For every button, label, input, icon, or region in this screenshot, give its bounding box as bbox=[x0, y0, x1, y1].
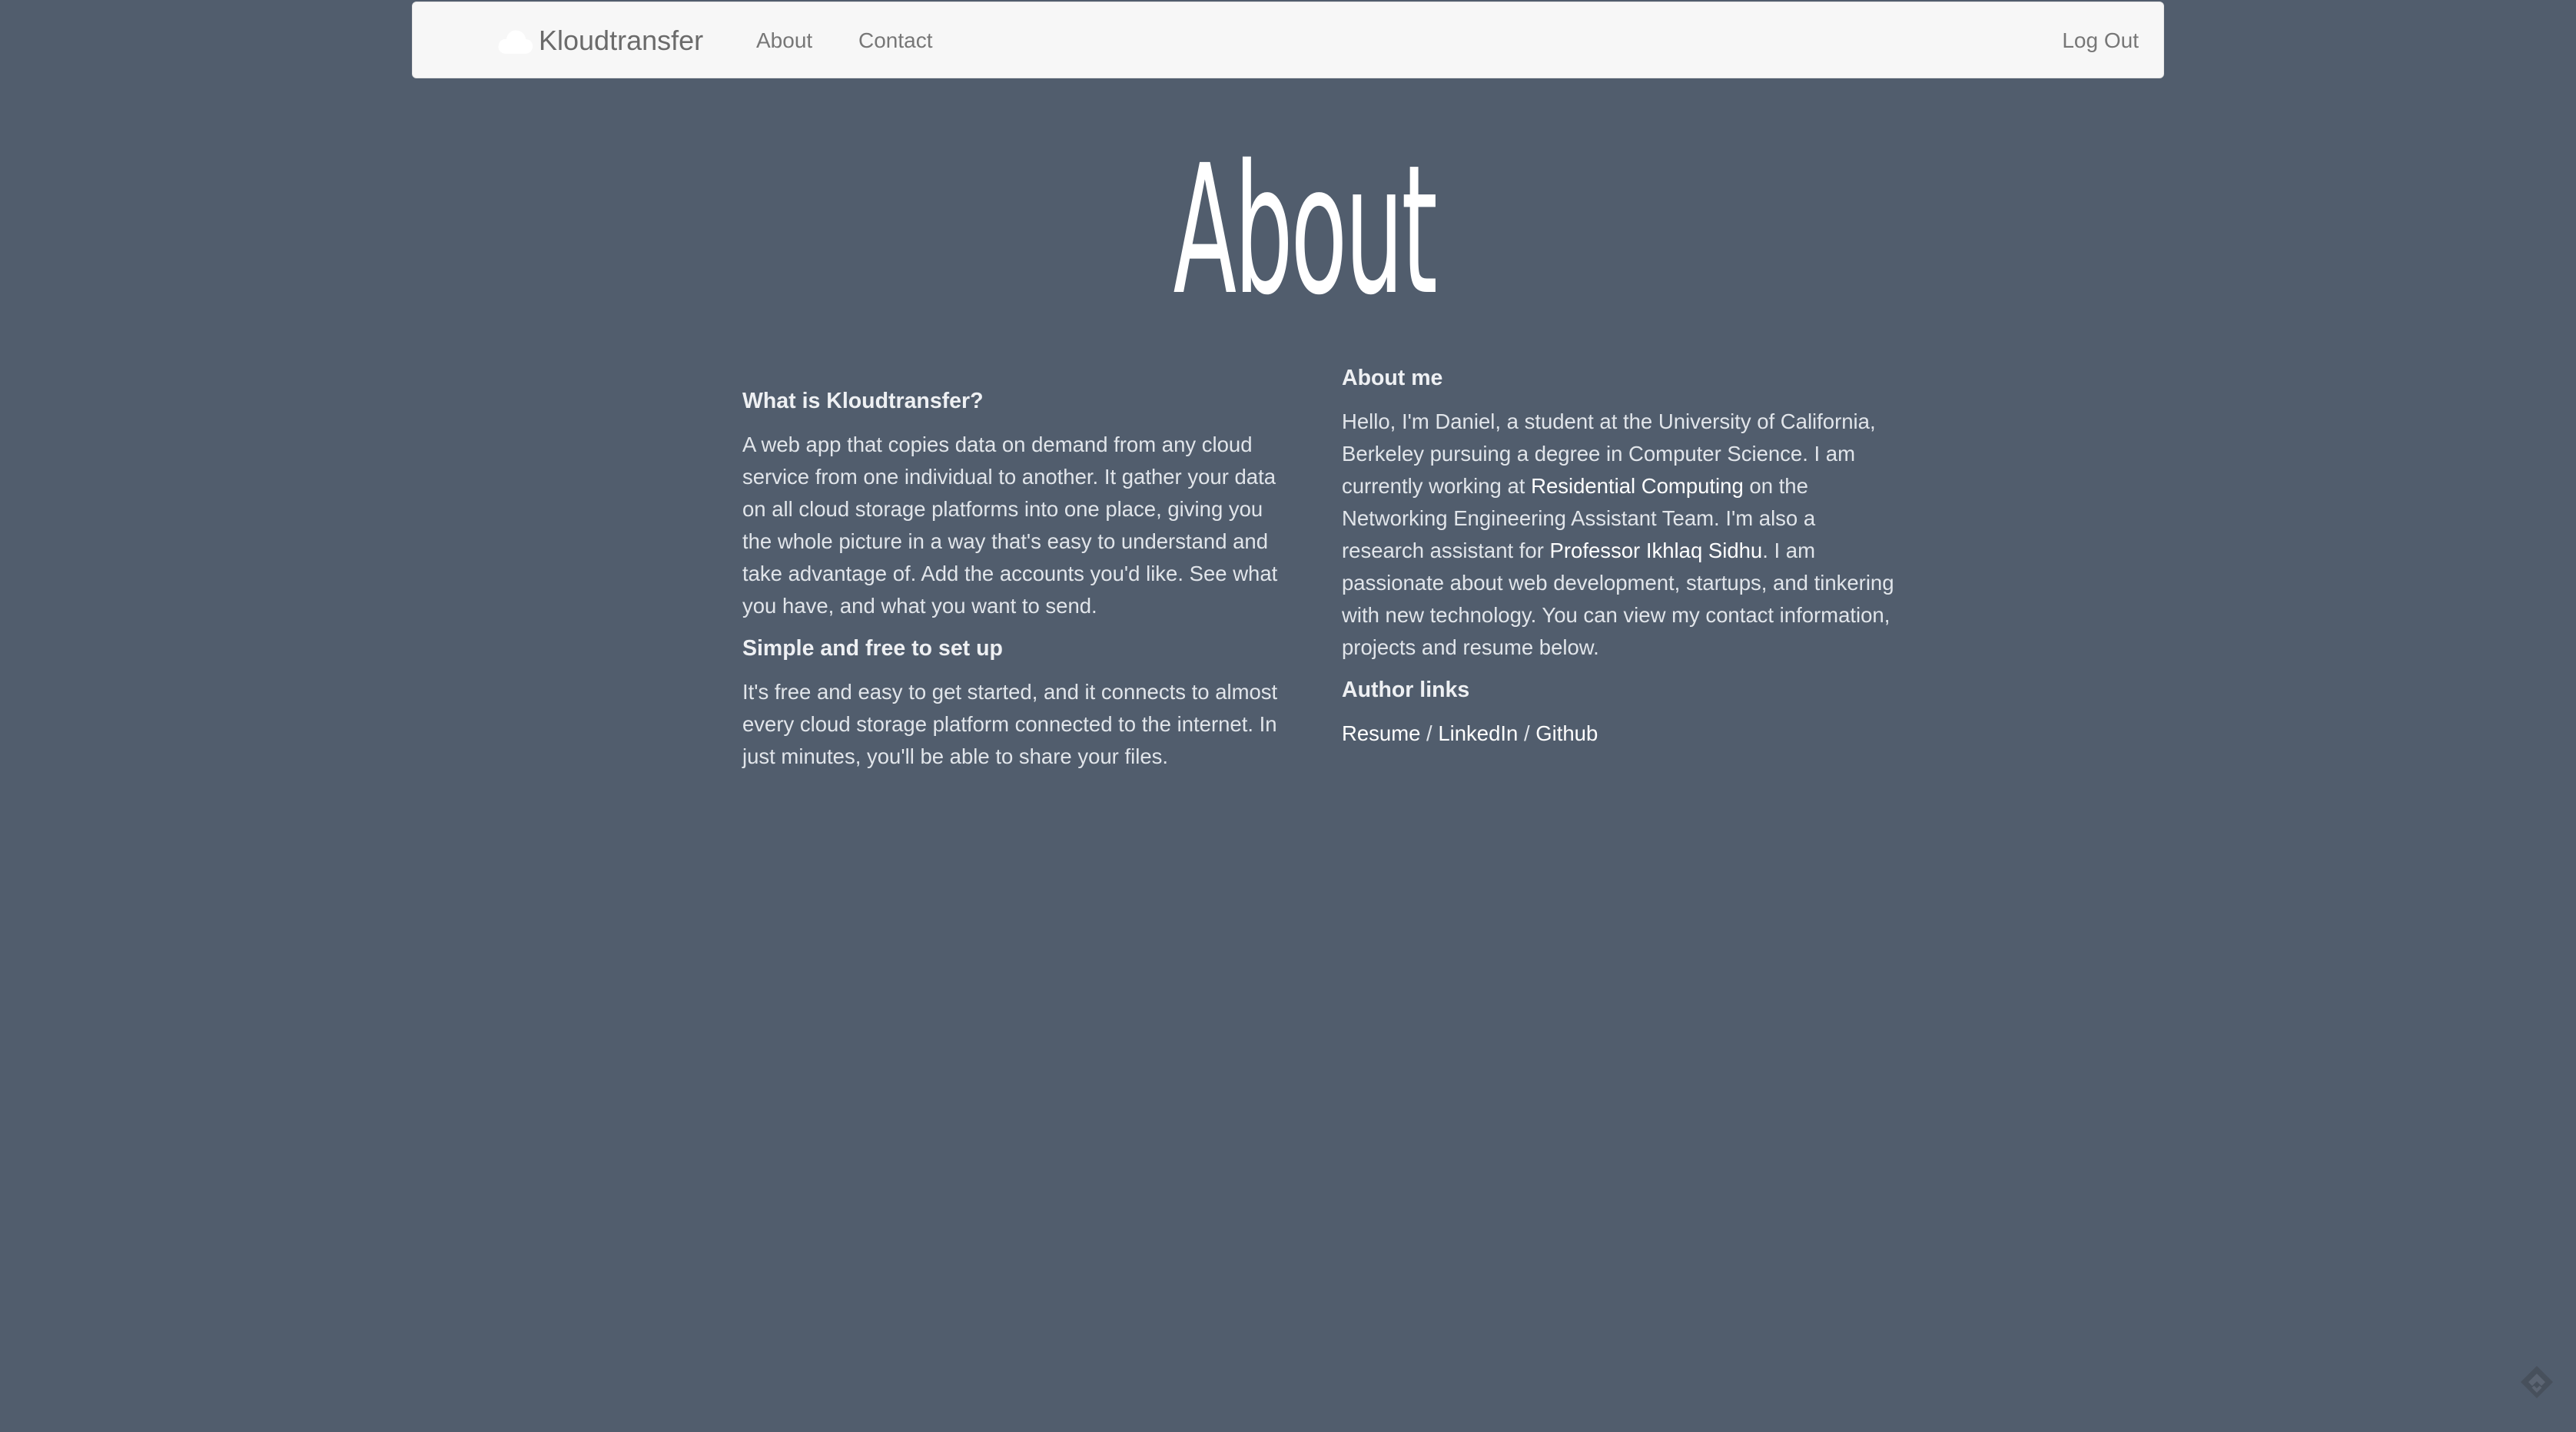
nav-contact-link[interactable]: Contact bbox=[858, 2, 933, 79]
author-links: Resume / LinkedIn / Github bbox=[1342, 718, 1895, 750]
brand-name: Kloudtransfer bbox=[539, 25, 704, 56]
resume-link[interactable]: Resume bbox=[1342, 721, 1420, 745]
feedly-icon[interactable] bbox=[2518, 1363, 2556, 1401]
what-is-text: A web app that copies data on demand fro… bbox=[742, 433, 1278, 618]
author-links-heading: Author links bbox=[1342, 678, 1470, 702]
professor-link[interactable]: Professor Ikhlaq Sidhu bbox=[1550, 539, 1763, 562]
top-navbar: Kloudtransfer About Contact Log Out bbox=[412, 2, 2164, 78]
about-app-section: What is Kloudtransfer? A web app that co… bbox=[742, 384, 1296, 782]
cloud-icon bbox=[498, 30, 533, 54]
setup-text: It's free and easy to get started, and i… bbox=[742, 680, 1278, 768]
about-me-section: About me Hello, I'm Daniel, a student at… bbox=[1342, 361, 1895, 759]
link-separator: / bbox=[1518, 721, 1536, 745]
nav-about-link[interactable]: About bbox=[756, 2, 812, 79]
logout-link[interactable]: Log Out bbox=[2062, 2, 2139, 79]
github-link[interactable]: Github bbox=[1535, 721, 1598, 745]
about-me-heading: About me bbox=[1342, 366, 1443, 390]
page-title: About bbox=[1173, 127, 1438, 334]
about-me-text: Hello, I'm Daniel, a student at the Univ… bbox=[1342, 406, 1895, 664]
residential-computing-link[interactable]: Residential Computing bbox=[1531, 474, 1744, 498]
brand-link[interactable]: Kloudtransfer bbox=[496, 2, 703, 79]
setup-heading: Simple and free to set up bbox=[742, 636, 1003, 661]
linkedin-link[interactable]: LinkedIn bbox=[1438, 721, 1518, 745]
link-separator: / bbox=[1420, 721, 1439, 745]
what-is-heading: What is Kloudtransfer? bbox=[742, 389, 984, 413]
